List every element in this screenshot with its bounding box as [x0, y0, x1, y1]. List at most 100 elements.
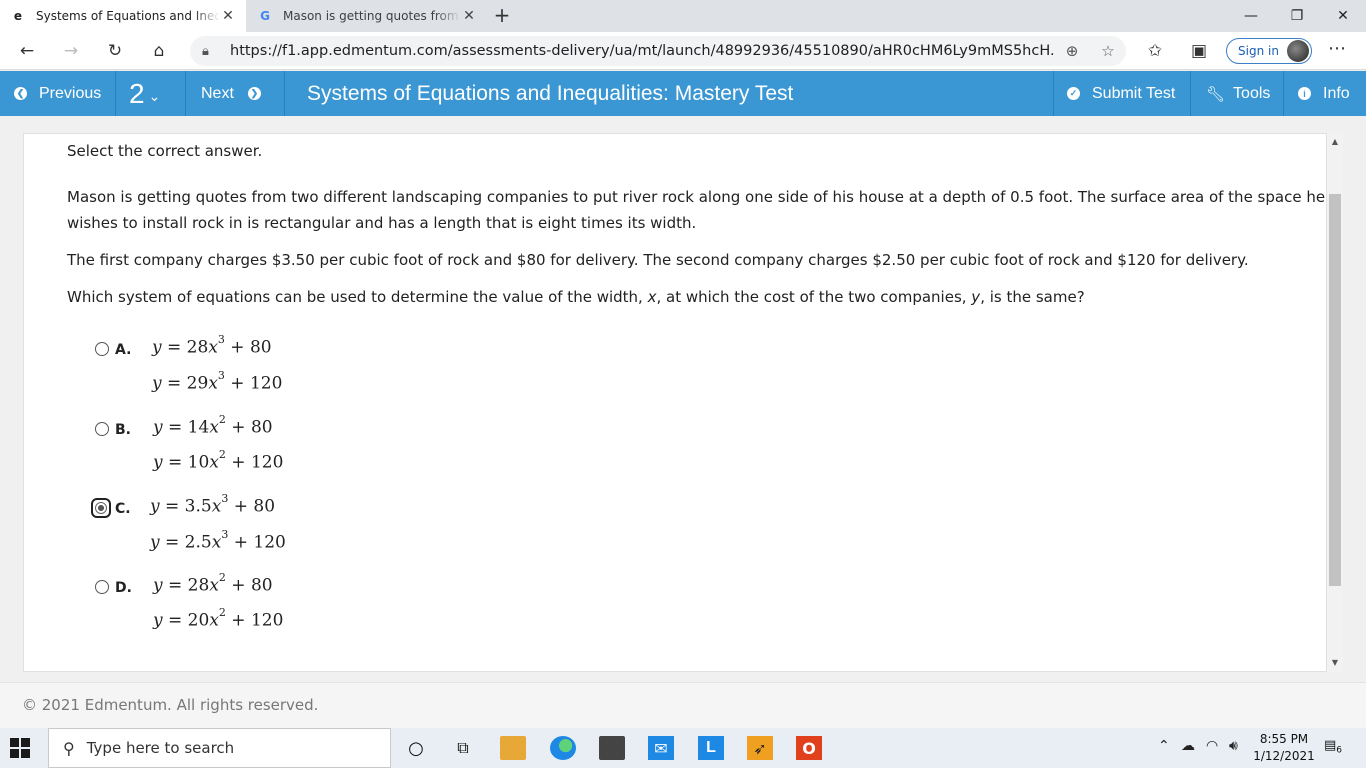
avatar: [1287, 40, 1309, 62]
onedrive-icon[interactable]: ☁: [1181, 738, 1195, 754]
equation: y = 28x3 + 80: [152, 333, 272, 358]
search-icon: ⚲: [63, 738, 75, 758]
submit-test-button[interactable]: ✓ Submit Test: [1067, 71, 1175, 116]
radio-button[interactable]: [95, 422, 109, 436]
tools-button[interactable]: 🔧︎ Tools: [1206, 71, 1270, 116]
edge-browser-icon[interactable]: [550, 736, 576, 760]
scroll-up-icon[interactable]: ▲: [1327, 134, 1343, 150]
notifications-icon[interactable]: ▤6: [1322, 738, 1344, 758]
radio-button-selected[interactable]: [91, 498, 111, 518]
info-button[interactable]: i Info: [1298, 71, 1350, 116]
scroll-down-icon[interactable]: ▼: [1327, 655, 1343, 671]
zoom-icon[interactable]: ⊕: [1054, 42, 1090, 60]
forward-icon[interactable]: →: [56, 37, 86, 65]
tab-title: Mason is getting quotes from tw: [283, 9, 461, 23]
refresh-icon[interactable]: ↻: [100, 37, 130, 65]
coefficient: 20: [187, 610, 210, 631]
assessment-header: ❮ Previous 2 ⌄ Next ❯ Systems of Equatio…: [0, 71, 1366, 116]
system-clock[interactable]: 8:55 PM 1/12/2021: [1252, 731, 1316, 765]
l-app-icon[interactable]: L: [698, 736, 724, 760]
constant: 80: [250, 417, 273, 438]
exponent: 2: [218, 606, 226, 619]
tab-inactive[interactable]: G Mason is getting quotes from tw ✕: [247, 0, 487, 32]
new-tab-icon[interactable]: +: [490, 4, 514, 28]
edmentum-favicon-icon: e: [13, 9, 23, 23]
restore-icon[interactable]: ❐: [1274, 0, 1320, 32]
next-label: Next: [201, 84, 234, 102]
question-selector[interactable]: 2 ⌄: [129, 71, 160, 116]
constant: 120: [250, 452, 284, 473]
exponent: 3: [221, 528, 229, 541]
option-label: A.: [115, 342, 132, 358]
info-icon: i: [1298, 87, 1311, 100]
exponent: 3: [217, 333, 225, 346]
exponent: 3: [221, 492, 229, 505]
windows-taskbar: ⚲ Type here to search ○ ⧉ ✉ L ➶ O ⌃ ☁ ◠ …: [0, 728, 1366, 768]
submit-label: Submit Test: [1092, 84, 1176, 102]
coefficient: 28: [187, 575, 210, 596]
favorite-star-icon[interactable]: ☆: [1090, 42, 1126, 60]
close-window-icon[interactable]: ✕: [1320, 0, 1366, 32]
task-view-icon[interactable]: ⧉: [450, 736, 476, 760]
tab-active[interactable]: e Systems of Equations and Inequa ✕: [0, 0, 246, 32]
equation: y = 14x2 + 80: [153, 413, 273, 438]
question-text: , at which the cost of the two companies…: [656, 288, 972, 306]
taskbar-search-box[interactable]: ⚲ Type here to search: [48, 728, 391, 768]
mail-icon[interactable]: ✉: [648, 736, 674, 760]
sign-in-label: Sign in: [1238, 44, 1279, 58]
address-bar[interactable]: 🔒︎ https://f1.app.edmentum.com/assessmen…: [190, 36, 1126, 66]
divider: [1190, 71, 1191, 116]
more-options-icon[interactable]: ⋯: [1322, 37, 1352, 65]
page-title: Systems of Equations and Inequalities: M…: [307, 81, 794, 105]
question-para1-line1: Mason is getting quotes from two differe…: [67, 188, 1326, 206]
option-label: D.: [115, 580, 132, 596]
question-para1-line2: wishes to install rock in is rectangular…: [67, 214, 697, 232]
exponent: 2: [218, 413, 226, 426]
office-icon[interactable]: O: [796, 736, 822, 760]
previous-button[interactable]: ❮ Previous: [14, 71, 101, 116]
radio-button[interactable]: [95, 342, 109, 356]
equation: y = 10x2 + 120: [153, 448, 284, 473]
windows-start-icon[interactable]: [10, 738, 30, 758]
scrollbar-thumb[interactable]: [1329, 194, 1341, 586]
browser-tab-strip: e Systems of Equations and Inequa ✕ G Ma…: [0, 0, 1366, 32]
browser-navbar: ← → ↻ ⌂ 🔒︎ https://f1.app.edmentum.com/a…: [0, 32, 1366, 70]
clock-date: 1/12/2021: [1253, 749, 1315, 763]
divider: [1283, 71, 1284, 116]
close-tab-icon[interactable]: ✕: [220, 8, 236, 24]
equation: y = 3.5x3 + 80: [150, 492, 276, 517]
question-para3: Which system of equations can be used to…: [67, 284, 1085, 310]
store-icon[interactable]: [599, 736, 625, 760]
volume-icon[interactable]: 🔊︎: [1229, 738, 1238, 754]
option-label: B.: [115, 422, 131, 438]
wrench-icon: 🔧︎: [1206, 85, 1226, 103]
collections-icon[interactable]: ▣: [1184, 37, 1214, 65]
constant: 80: [249, 337, 272, 358]
next-button[interactable]: Next ❯: [201, 71, 261, 116]
minimize-icon[interactable]: —: [1228, 0, 1274, 32]
sign-in-button[interactable]: Sign in: [1226, 38, 1312, 64]
previous-label: Previous: [39, 84, 102, 102]
divider: [185, 71, 186, 116]
show-hidden-icons-icon[interactable]: ⌃: [1158, 738, 1170, 754]
back-icon[interactable]: ←: [12, 37, 42, 65]
app-icon[interactable]: ➶: [747, 736, 773, 760]
wifi-icon[interactable]: ◠: [1206, 738, 1218, 754]
search-placeholder: Type here to search: [86, 739, 235, 757]
lock-icon[interactable]: 🔒︎: [202, 44, 218, 59]
radio-button[interactable]: [95, 580, 109, 594]
url-text[interactable]: https://f1.app.edmentum.com/assessments-…: [230, 43, 1054, 59]
favorites-icon[interactable]: ✩: [1140, 37, 1170, 65]
coefficient: 28: [186, 337, 209, 358]
notification-count: 6: [1336, 745, 1343, 756]
equation: y = 20x2 + 120: [153, 606, 284, 631]
divider: [284, 71, 285, 116]
file-explorer-icon[interactable]: [500, 736, 526, 760]
close-tab-icon[interactable]: ✕: [461, 8, 477, 24]
tools-label: Tools: [1233, 84, 1271, 102]
equation: y = 2.5x3 + 120: [150, 528, 286, 553]
cortana-icon[interactable]: ○: [403, 736, 429, 760]
home-icon[interactable]: ⌂: [144, 37, 174, 65]
constant: 120: [253, 532, 286, 553]
question-para2: The first company charges $3.50 per cubi…: [67, 251, 1249, 269]
